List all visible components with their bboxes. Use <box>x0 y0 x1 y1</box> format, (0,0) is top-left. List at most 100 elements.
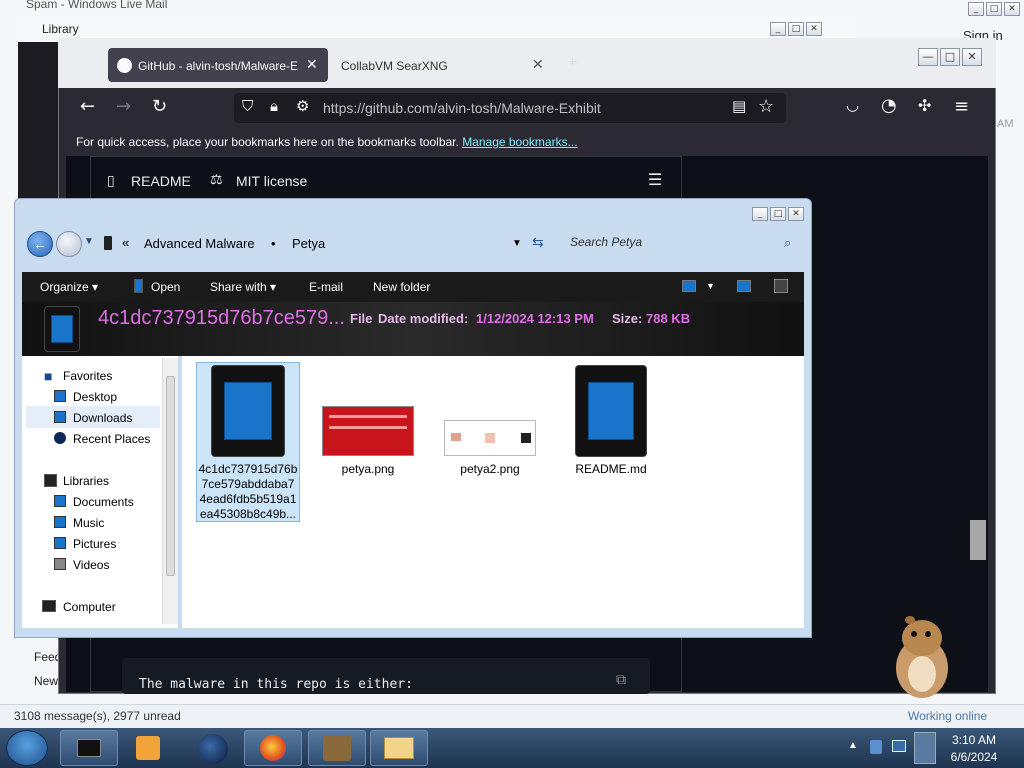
book-icon: ▯ <box>107 173 115 189</box>
view-dropdown-icon[interactable]: ▼ <box>706 281 715 291</box>
minimize-button[interactable]: _ <box>752 207 768 221</box>
taskbar-app-firefox[interactable] <box>244 730 302 766</box>
nav-recent-places[interactable]: Recent Places <box>73 432 150 446</box>
minimize-button[interactable]: _ <box>770 22 786 36</box>
close-button[interactable]: ✕ <box>1004 2 1020 16</box>
search-placeholder[interactable]: Search Petya <box>570 235 642 249</box>
pocket-icon[interactable]: ◡ <box>846 96 859 114</box>
bookmark-star-icon[interactable]: ☆ <box>758 96 774 117</box>
page-scrollbar-thumb[interactable] <box>970 520 986 560</box>
breadcrumb-separator-icon[interactable]: • <box>271 236 276 251</box>
back-button[interactable]: ← <box>27 231 53 257</box>
file-tablet-icon[interactable] <box>575 365 647 457</box>
globe-icon[interactable] <box>198 734 228 764</box>
new-folder-button[interactable]: New folder <box>373 280 430 294</box>
organize-menu[interactable]: Organize ▾ <box>40 280 98 294</box>
address-dropdown-icon[interactable]: ▼ <box>512 238 522 249</box>
close-button[interactable]: ✕ <box>788 207 804 221</box>
maximize-button[interactable]: □ <box>770 207 786 221</box>
view-options-icon[interactable] <box>682 280 696 292</box>
mail-time-fragment: AM <box>997 118 1014 130</box>
nav-desktop[interactable]: Desktop <box>73 390 117 404</box>
url-text[interactable]: https://github.com/alvin-tosh/Malware-Ex… <box>323 100 601 116</box>
maximize-button[interactable]: □ <box>986 2 1002 16</box>
refresh-icon[interactable]: ⇆ <box>532 234 544 251</box>
device-icon <box>104 236 112 250</box>
file-item-name[interactable]: petya.png <box>320 462 416 476</box>
media-player-icon[interactable] <box>136 736 160 760</box>
preview-pane-icon[interactable] <box>737 280 751 292</box>
image-thumbnail[interactable] <box>322 406 414 456</box>
breadcrumb-item[interactable]: Advanced Malware <box>144 236 255 251</box>
file-tablet-icon[interactable] <box>211 365 285 457</box>
new-tab-button[interactable]: + <box>568 54 577 72</box>
details-size-value: 788 KB <box>646 311 691 326</box>
file-item-name[interactable]: README.md <box>562 462 660 476</box>
nav-favorites[interactable]: Favorites <box>63 369 112 383</box>
minimize-button[interactable]: — <box>918 48 938 66</box>
maximize-button[interactable]: □ <box>940 48 960 66</box>
menu-icon[interactable]: ≡ <box>954 96 969 117</box>
tab-searxng[interactable]: CollabVM SearXNG <box>341 59 448 73</box>
shield-icon[interactable]: ⛉ <box>242 97 253 115</box>
start-button[interactable] <box>6 730 48 766</box>
close-button[interactable]: ✕ <box>962 48 982 66</box>
nav-libraries[interactable]: Libraries <box>63 474 109 488</box>
email-button[interactable]: E-mail <box>309 280 343 294</box>
tray-expand-icon[interactable]: ▲ <box>848 740 858 751</box>
nav-pictures[interactable]: Pictures <box>73 537 116 551</box>
clock-date[interactable]: 6/6/2024 <box>946 750 1002 764</box>
nav-documents[interactable]: Documents <box>73 495 134 509</box>
tab-close-icon[interactable]: ✕ <box>532 56 544 73</box>
maximize-button[interactable]: □ <box>788 22 804 36</box>
shield-icon[interactable] <box>870 740 882 754</box>
taskbar-app-explorer[interactable] <box>60 730 118 766</box>
action-center-icon[interactable] <box>914 732 936 764</box>
account-icon[interactable]: ◔ <box>881 95 897 116</box>
image-thumbnail[interactable] <box>444 420 536 456</box>
tab-close-icon[interactable]: ✕ <box>306 56 318 73</box>
taskbar-app-bonzi[interactable] <box>308 730 366 766</box>
breadcrumb-overflow-icon[interactable]: « <box>122 235 129 250</box>
open-button[interactable]: Open <box>151 280 180 294</box>
thumbnail-block <box>485 433 495 443</box>
outline-list-icon[interactable]: ☰ <box>648 170 662 189</box>
details-file-type: File <box>350 311 373 326</box>
readme-tab[interactable]: README <box>131 173 191 189</box>
back-arrow-icon[interactable]: ← <box>80 96 95 117</box>
manage-bookmarks-link[interactable]: Manage bookmarks... <box>462 135 577 149</box>
network-icon[interactable] <box>892 740 906 752</box>
help-icon[interactable] <box>774 279 788 293</box>
computer-icon <box>42 600 56 612</box>
reader-view-icon[interactable]: ▤ <box>732 97 746 115</box>
file-item-name[interactable]: petya2.png <box>442 462 538 476</box>
taskbar-app-folder[interactable] <box>370 730 428 766</box>
mail-window-controls: _ □ ✕ <box>968 2 1020 16</box>
details-file-name: 4c1dc737915d76b7ce579... <box>98 307 345 329</box>
permissions-icon[interactable]: ⚙ <box>296 97 309 115</box>
nav-music[interactable]: Music <box>73 516 104 530</box>
nav-downloads[interactable]: Downloads <box>73 411 132 425</box>
clock-time[interactable]: 3:10 AM <box>946 733 1002 747</box>
search-icon[interactable]: ⌕ <box>784 235 791 251</box>
hamster-mascot[interactable] <box>890 610 954 700</box>
breadcrumb-item[interactable]: Petya <box>292 236 325 251</box>
law-icon: ⚖ <box>210 172 223 188</box>
nav-scrollbar-thumb[interactable] <box>166 376 175 576</box>
recent-pages-dropdown-icon[interactable]: ▼ <box>84 236 94 247</box>
minimize-button[interactable]: _ <box>968 2 984 16</box>
license-tab[interactable]: MIT license <box>236 173 307 189</box>
mail-window-title: Spam - Windows Live Mail <box>26 0 168 11</box>
extensions-icon[interactable]: ✣ <box>918 96 931 115</box>
nav-computer[interactable]: Computer <box>63 600 116 614</box>
lock-icon[interactable]: 🔒︎ <box>270 97 278 115</box>
reload-icon[interactable]: ↻ <box>152 96 167 117</box>
share-with-menu[interactable]: Share with ▾ <box>210 280 276 294</box>
close-button[interactable]: ✕ <box>806 22 822 36</box>
details-date-label: Date modified: <box>378 311 469 326</box>
forward-button[interactable] <box>56 231 82 257</box>
copy-icon[interactable]: ⧉ <box>616 672 626 688</box>
nav-videos[interactable]: Videos <box>73 558 109 572</box>
forward-arrow-icon[interactable]: → <box>116 96 131 117</box>
file-item-name[interactable]: 4c1dc737915d76b 7ce579abddaba7 4ead6fdb5… <box>198 462 298 522</box>
